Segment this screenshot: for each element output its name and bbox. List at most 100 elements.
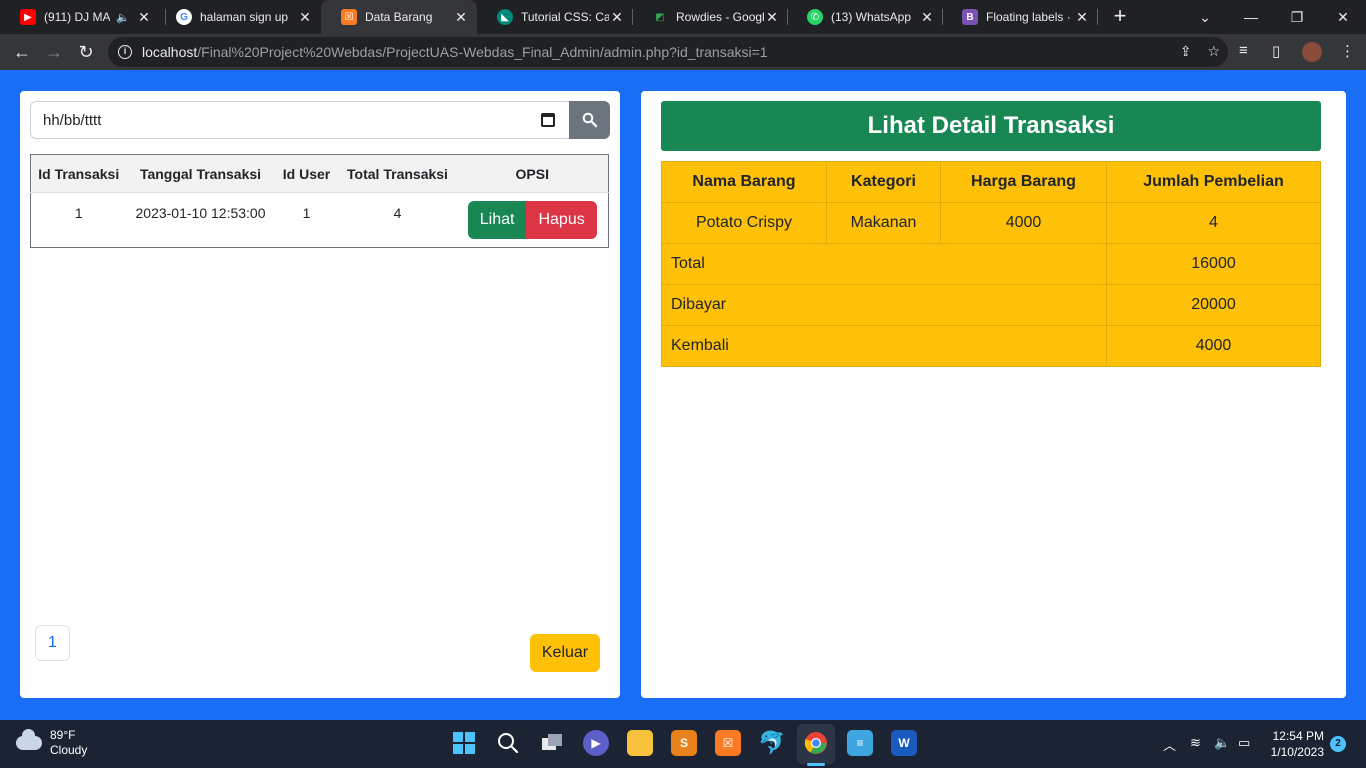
summary-row-dibayar: Dibayar 20000 (661, 284, 1321, 326)
sublime-icon: S (679, 736, 688, 750)
col-id-user: Id User (274, 154, 339, 193)
transaction-table: Id Transaksi Tanggal Transaksi Id User T… (30, 154, 609, 248)
notepad-button[interactable]: ≡ (847, 730, 873, 756)
sublime-text-button[interactable]: S (671, 730, 697, 756)
col-total-transaksi: Total Transaksi (338, 154, 457, 193)
teams-chat-button[interactable]: ▶ (583, 730, 609, 756)
search-button[interactable] (569, 101, 610, 139)
tab-halaman-sign-up[interactable]: G halaman sign up ✕ (156, 0, 321, 34)
clock-time: 12:54 PM (1272, 729, 1324, 743)
summary-label: Dibayar (661, 284, 1107, 326)
close-icon[interactable]: ✕ (1074, 9, 1090, 26)
restore-button[interactable]: ❐ (1274, 0, 1320, 34)
close-icon[interactable]: ✕ (919, 9, 935, 26)
transaction-detail-card: Lihat Detail Transaksi Nama Barang Kateg… (641, 91, 1346, 698)
battery-icon[interactable]: ▭ (1238, 735, 1250, 751)
pagination-page-1[interactable]: 1 (35, 625, 70, 661)
cell-user: 1 (274, 192, 339, 248)
date-filter-input[interactable]: hh/bb/tttt (30, 101, 570, 139)
profile-avatar[interactable] (1302, 42, 1322, 62)
weather-temp: 89°F (50, 728, 76, 742)
summary-value: 4000 (1106, 325, 1321, 367)
cell-kategori: Makanan (826, 202, 941, 244)
col-kategori: Kategori (826, 161, 941, 203)
close-icon[interactable]: ✕ (297, 9, 313, 26)
summary-label: Total (661, 243, 1107, 285)
summary-row-kembali: Kembali 4000 (661, 325, 1321, 367)
volume-icon[interactable]: 🔈 (1214, 735, 1230, 751)
summary-label: Kembali (661, 325, 1107, 367)
tab-floating-labels[interactable]: B Floating labels · B ✕ (942, 0, 1098, 34)
search-icon (498, 733, 519, 754)
bookmark-star-icon[interactable]: ☆ (1207, 43, 1220, 60)
close-icon[interactable]: ✕ (453, 9, 469, 26)
tab-tutorial-css[interactable]: ◣ Tutorial CSS: Car ✕ (477, 0, 633, 34)
weather-widget[interactable]: 89°F Cloudy (16, 728, 87, 758)
browser-toolbar: ← → ↻ i localhost/Final%20Project%20Webd… (0, 34, 1366, 70)
cell-jumlah: 4 (1106, 202, 1321, 244)
notification-badge[interactable]: 2 (1330, 736, 1346, 752)
cell-opsi: Lihat Hapus (456, 192, 609, 248)
tab-data-barang[interactable]: ☒ Data Barang ✕ (321, 0, 477, 34)
reading-list-icon[interactable]: ≡ (1239, 42, 1248, 59)
hapus-button[interactable]: Hapus (526, 201, 597, 239)
start-button[interactable] (451, 730, 477, 756)
windows-taskbar: 89°F Cloudy ▶ S ☒ 🐬 ≡ W ︿ ≋ 🔈 ▭ 12:54 PM… (0, 720, 1366, 768)
tab-youtube[interactable]: ▶ (911) DJ MAI 🔈 ✕ (0, 0, 160, 34)
url-text[interactable]: localhost/Final%20Project%20Webdas/Proje… (142, 44, 768, 60)
google-fonts-icon: ◩ (655, 11, 665, 23)
menu-icon[interactable]: ⋮ (1340, 42, 1355, 60)
tab-search-button[interactable]: ⌄ (1182, 0, 1228, 34)
calendar-icon[interactable] (541, 113, 555, 127)
close-icon[interactable]: ✕ (609, 9, 625, 26)
file-explorer-button[interactable] (627, 730, 653, 756)
close-icon[interactable]: ✕ (764, 9, 780, 26)
video-chat-icon: ▶ (591, 736, 601, 750)
col-opsi: OPSI (456, 154, 609, 193)
chrome-button[interactable] (803, 730, 829, 756)
chrome-icon (804, 732, 827, 754)
taskbar-search-button[interactable] (495, 730, 521, 756)
address-bar[interactable]: i localhost/Final%20Project%20Webdas/Pro… (108, 37, 1228, 67)
tab-whatsapp[interactable]: ✆ (13) WhatsApp ✕ (787, 0, 943, 34)
active-app-indicator (807, 763, 825, 766)
xampp-button[interactable]: ☒ (715, 730, 741, 756)
task-view-button[interactable] (539, 730, 565, 756)
transaction-list-card: hh/bb/tttt Id Transaksi Tanggal Transaks… (20, 91, 620, 698)
new-tab-button[interactable]: + (1108, 5, 1132, 29)
word-button[interactable]: W (891, 730, 917, 756)
clock-date: 1/10/2023 (1270, 745, 1324, 759)
summary-row-total: Total 16000 (661, 243, 1321, 285)
lihat-button[interactable]: Lihat (467, 201, 527, 239)
col-harga-barang: Harga Barang (940, 161, 1107, 203)
cell-total: 4 (338, 192, 457, 248)
info-icon[interactable]: i (118, 45, 132, 59)
side-panel-icon[interactable]: ▯ (1272, 42, 1280, 60)
forward-button[interactable]: → (40, 38, 68, 66)
xampp-icon: ☒ (722, 736, 734, 750)
whatsapp-icon: ✆ (807, 9, 823, 25)
minimize-button[interactable]: — (1228, 0, 1274, 34)
speaker-icon[interactable]: 🔈 (116, 11, 130, 24)
wifi-icon[interactable]: ≋ (1190, 735, 1201, 751)
browser-tab-bar: ▶ (911) DJ MAI 🔈 ✕ G halaman sign up ✕ ☒… (0, 0, 1366, 34)
search-icon (582, 112, 597, 128)
back-button[interactable]: ← (8, 38, 36, 66)
xampp-icon: ☒ (341, 9, 357, 25)
dolphin-icon: 🐬 (758, 730, 786, 755)
chevron-up-icon[interactable]: ︿ (1163, 735, 1176, 754)
close-window-button[interactable]: ✕ (1320, 0, 1366, 34)
summary-value: 20000 (1106, 284, 1321, 326)
cell-nama: Potato Crispy (661, 202, 827, 244)
detail-title: Lihat Detail Transaksi (661, 101, 1321, 151)
col-tanggal-transaksi: Tanggal Transaksi (126, 154, 275, 193)
reload-button[interactable]: ↻ (72, 38, 100, 66)
system-clock[interactable]: 12:54 PM 1/10/2023 (1266, 728, 1324, 760)
mysql-workbench-button[interactable]: 🐬 (758, 730, 786, 756)
site-icon: ◣ (497, 9, 513, 25)
close-icon[interactable]: ✕ (136, 9, 152, 26)
tab-rowdies[interactable]: ◩ Rowdies - Googl ✕ (632, 0, 788, 34)
share-icon[interactable]: ⇪ (1180, 43, 1192, 60)
keluar-button[interactable]: Keluar (530, 634, 600, 672)
task-view-icon (542, 734, 562, 750)
